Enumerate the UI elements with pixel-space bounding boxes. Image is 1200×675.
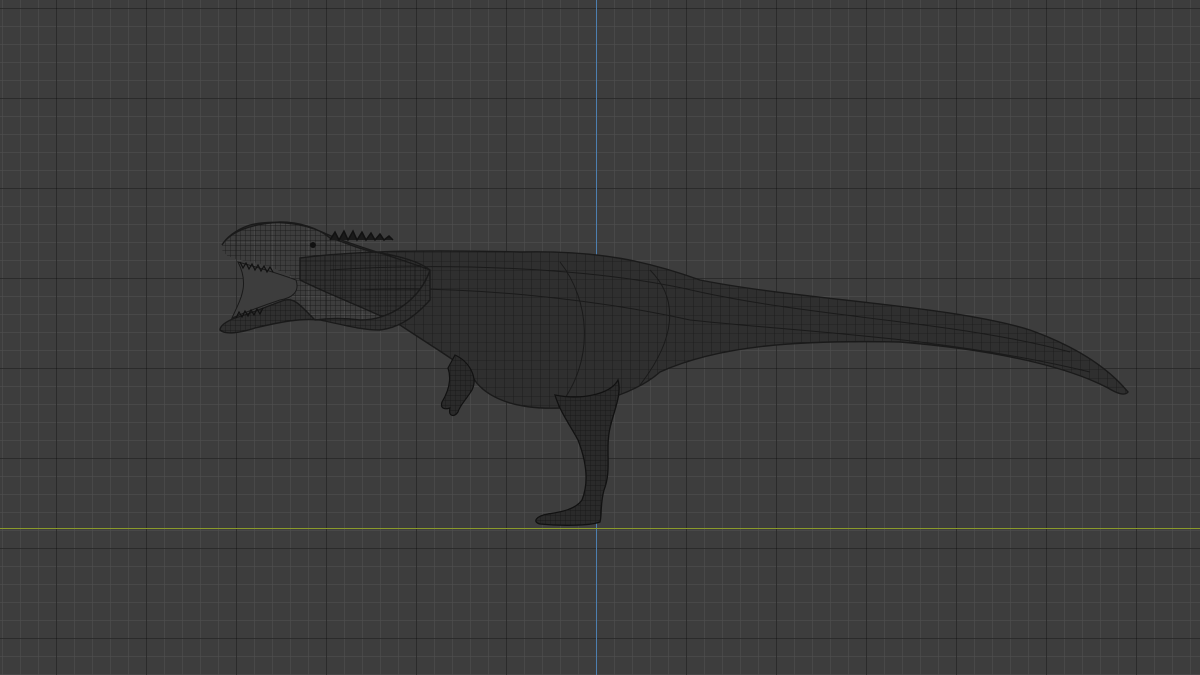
3d-viewport[interactable]	[0, 0, 1200, 675]
dinosaur-head	[219, 221, 431, 334]
eye-dot	[310, 242, 316, 248]
wireframe-model[interactable]	[0, 0, 1200, 675]
